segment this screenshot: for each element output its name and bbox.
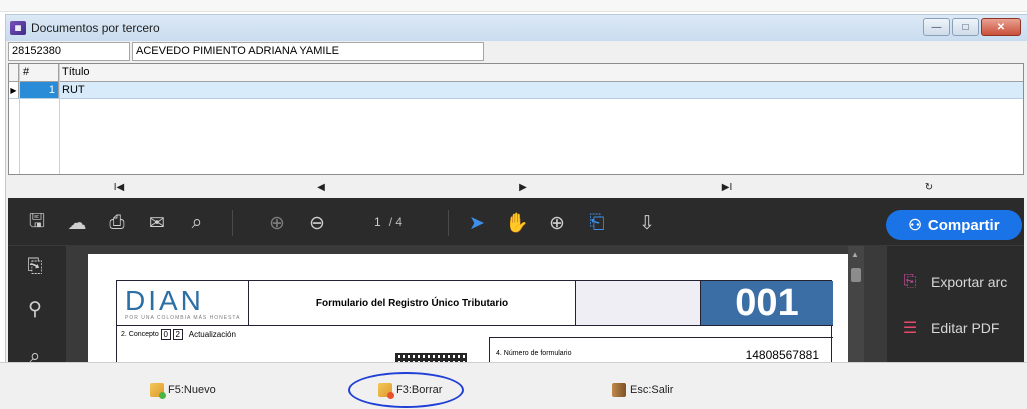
vertical-scrollbar[interactable]: ▲ (848, 246, 864, 374)
third-party-fields: 28152380 ACEVEDO PIMIENTO ADRIANA YAMILE (8, 42, 484, 61)
edit-pdf-icon: ☰ (902, 320, 918, 337)
page-down-icon[interactable]: ⊖ (304, 210, 330, 236)
scroll-mode-icon[interactable]: ⇩ (634, 210, 660, 236)
new-button-label: F5:Nuevo (168, 384, 216, 396)
exit-button-label: Esc:Salir (630, 384, 674, 396)
form-title: Formulario del Registro Único Tributario (249, 281, 575, 326)
row-number-cell[interactable]: 1 (19, 82, 59, 98)
zoom-in-icon[interactable]: ⊕ (544, 210, 570, 236)
attachment-icon[interactable]: ⚲ (24, 298, 46, 320)
export-pdf-tool[interactable]: ⎘ Exportar arc (899, 270, 1008, 294)
documents-window: ▦ Documentos por tercero — □ ✕ 28152380 … (5, 14, 1027, 409)
form-number-label: 4. Número de formulario (496, 350, 572, 357)
document-canvas[interactable]: DIAN POR UNA COLOMBIA MÁS HONESTA Formul… (66, 246, 886, 374)
previous-record-button[interactable]: ◀ (306, 179, 336, 195)
concepto-label: 2. Concepto (121, 331, 159, 338)
document-page: DIAN POR UNA COLOMBIA MÁS HONESTA Formul… (88, 254, 848, 374)
print-icon[interactable]: ⎙ (104, 210, 130, 236)
edit-pdf-label: Editar PDF (931, 320, 1000, 336)
pdf-viewer: 🖫 ☁ ⎙ ✉ ⌕ ⊕ ⊖ 1 / 4 ➤ ✋ ⊕ ⎗ ⇩ ⚇ Comparti… (8, 198, 1024, 374)
share-icon: ⚇ (908, 217, 922, 234)
column-header-title[interactable]: Título (59, 64, 1023, 81)
grid-header: # Título (9, 64, 1023, 82)
export-pdf-label: Exportar arc (931, 274, 1008, 290)
title-bar[interactable]: ▦ Documentos por tercero — □ ✕ (6, 15, 1027, 41)
toolbar-divider (448, 210, 449, 236)
third-party-id-field[interactable]: 28152380 (8, 42, 130, 61)
app-icon: ▦ (10, 21, 26, 35)
export-pdf-icon: ⎘ (903, 273, 917, 290)
page-indicator: 1 / 4 (374, 215, 402, 229)
left-rail: ⎘ ⚲ ⌕ (8, 246, 66, 374)
concepto-digit: 2 (172, 329, 183, 340)
first-record-button[interactable]: I◀ (104, 179, 134, 195)
exit-icon (612, 383, 626, 397)
scroll-up-icon[interactable]: ▲ (851, 250, 859, 259)
background-strip (0, 0, 1027, 12)
header-indicator-cell (9, 64, 19, 81)
zoom-search-icon[interactable]: ⌕ (184, 210, 210, 236)
right-tools-panel: ⎘ Exportar arc ☰ Editar PDF (886, 246, 1024, 374)
pages-icon[interactable]: ⎘ (24, 256, 46, 278)
new-button[interactable]: F5:Nuevo (150, 381, 216, 399)
status-bar: F5:Nuevo F3:Borrar Esc:Salir (0, 362, 1027, 409)
rut-form: DIAN POR UNA COLOMBIA MÁS HONESTA Formul… (116, 280, 833, 374)
hand-tool-icon[interactable]: ✋ (504, 210, 530, 236)
viewer-toolbar: 🖫 ☁ ⎙ ✉ ⌕ ⊕ ⊖ 1 / 4 ➤ ✋ ⊕ ⎗ ⇩ ⚇ Comparti… (8, 198, 1024, 246)
row-title-cell[interactable]: RUT (59, 82, 1023, 98)
row-indicator-icon: ▶ (9, 82, 19, 98)
last-record-button[interactable]: ▶I (712, 179, 742, 195)
grid-divider (59, 64, 60, 174)
page-up-icon[interactable]: ⊕ (264, 210, 290, 236)
minimize-button[interactable]: — (923, 18, 950, 36)
fit-page-icon[interactable]: ⎗ (584, 210, 610, 236)
third-party-name-field[interactable]: ACEVEDO PIMIENTO ADRIANA YAMILE (132, 42, 484, 61)
scroll-thumb[interactable] (851, 268, 861, 282)
edit-pdf-tool[interactable]: ☰ Editar PDF (899, 316, 1000, 340)
mail-icon[interactable]: ✉ (144, 210, 170, 236)
form-code: 001 (701, 281, 833, 326)
logo-cell: DIAN POR UNA COLOMBIA MÁS HONESTA (117, 281, 249, 326)
grid-divider (19, 64, 20, 174)
concepto-digit: 0 (160, 329, 171, 340)
save-icon[interactable]: 🖫 (24, 210, 50, 236)
screenshot-root: ▦ Documentos por tercero — □ ✕ 28152380 … (0, 0, 1027, 409)
window-title: Documentos por tercero (31, 21, 160, 35)
dian-logo: DIAN (125, 285, 204, 316)
concepto-field: 2. Concepto 0 2 Actualización (121, 329, 236, 340)
highlight-annotation (348, 372, 464, 408)
documents-grid: # Título ▶ 1 RUT (8, 63, 1024, 175)
upload-cloud-icon[interactable]: ☁ (64, 210, 90, 236)
page-total: / 4 (388, 215, 403, 229)
form-blank-cell (575, 281, 701, 326)
close-button[interactable]: ✕ (981, 18, 1021, 36)
maximize-button[interactable]: □ (952, 18, 979, 36)
select-cursor-icon[interactable]: ➤ (464, 210, 490, 236)
next-record-button[interactable]: ▶ (508, 179, 538, 195)
share-button-label: Compartir (927, 216, 1000, 234)
column-header-number[interactable]: # (19, 64, 59, 81)
new-icon (150, 383, 166, 399)
table-row[interactable]: ▶ 1 RUT (9, 82, 1023, 99)
toolbar-divider (232, 210, 233, 236)
page-number-input[interactable]: 1 (374, 215, 381, 229)
dian-tagline: POR UNA COLOMBIA MÁS HONESTA (125, 315, 241, 321)
exit-button[interactable]: Esc:Salir (612, 381, 673, 399)
record-navigator: I◀ ◀ ▶ ▶I ↻ (8, 177, 1024, 197)
share-button[interactable]: ⚇ Compartir (886, 210, 1022, 240)
window-controls: — □ ✕ (923, 18, 1021, 36)
refresh-button[interactable]: ↻ (914, 179, 944, 195)
form-number-value: 14808567881 (745, 348, 819, 362)
concepto-value: Actualización (188, 330, 236, 339)
